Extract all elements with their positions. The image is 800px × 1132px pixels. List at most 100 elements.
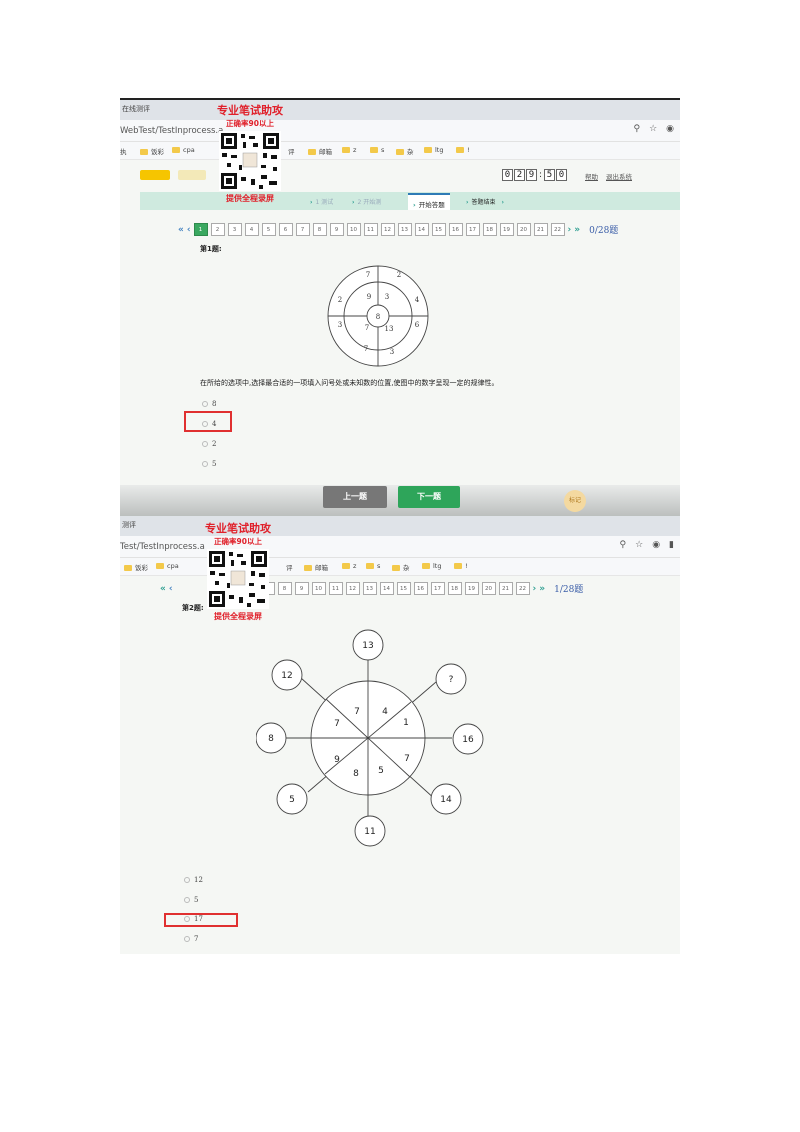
page-cell[interactable]: 4: [244, 223, 259, 236]
page-cell[interactable]: 17: [465, 223, 480, 236]
watermark-subtitle: 正确率90以上: [214, 537, 262, 546]
mark-button[interactable]: 标记: [564, 490, 586, 512]
answer-option[interactable]: 8: [202, 400, 216, 408]
zoom-icon[interactable]: ⚲: [620, 540, 627, 550]
figure-number: 3: [385, 293, 389, 301]
page-cell-current[interactable]: 1: [193, 223, 208, 236]
bookmark-menu-icon[interactable]: ▮: [669, 540, 674, 550]
bookmark[interactable]: ltg: [422, 562, 441, 570]
page-cell[interactable]: 20: [516, 223, 531, 236]
page-cell[interactable]: 8: [277, 582, 292, 595]
figure-number: 4: [415, 296, 420, 304]
bookmark[interactable]: 饭彩: [140, 146, 164, 156]
bookmark[interactable]: z: [342, 562, 356, 570]
page-cell[interactable]: 12: [380, 223, 395, 236]
last-page-icon[interactable]: »: [574, 225, 580, 235]
page-cell[interactable]: 17: [430, 582, 445, 595]
page-cell[interactable]: 3: [227, 223, 242, 236]
answer-option[interactable]: 12: [184, 876, 203, 884]
radio-icon[interactable]: [202, 461, 208, 467]
bookmark[interactable]: s: [370, 146, 384, 154]
page-cell[interactable]: 15: [396, 582, 411, 595]
prev-page-icon[interactable]: ‹: [187, 225, 191, 235]
page-cell[interactable]: 10: [311, 582, 326, 595]
page-cell[interactable]: 7: [295, 223, 310, 236]
figure-number: 7: [404, 754, 410, 764]
page-cell[interactable]: 11: [363, 223, 378, 236]
next-page-icon[interactable]: ›: [568, 225, 572, 235]
url-text[interactable]: Test/TestInprocess.a: [120, 542, 205, 552]
page-cell[interactable]: 22: [515, 582, 530, 595]
first-page-icon[interactable]: «: [178, 225, 184, 235]
next-page-icon[interactable]: ›: [533, 584, 537, 594]
page-cell[interactable]: 18: [482, 223, 497, 236]
extension-icon[interactable]: ◉: [666, 124, 674, 134]
page-cell[interactable]: 19: [464, 582, 479, 595]
page-cell[interactable]: 19: [499, 223, 514, 236]
bookmark[interactable]: cpa: [156, 562, 179, 570]
answer-option[interactable]: 2: [202, 440, 216, 448]
page-cell[interactable]: 13: [362, 582, 377, 595]
page-cell[interactable]: 14: [379, 582, 394, 595]
page-cell[interactable]: 10: [346, 223, 361, 236]
page-cell[interactable]: 13: [397, 223, 412, 236]
answered-count: 0/28题: [589, 226, 619, 236]
bookmark[interactable]: 执: [120, 146, 127, 156]
extension-icon[interactable]: ◉: [652, 540, 660, 550]
page-cell[interactable]: 16: [448, 223, 463, 236]
page-cell[interactable]: 16: [413, 582, 428, 595]
figure-number: 9: [334, 755, 340, 765]
bookmark[interactable]: !: [454, 562, 468, 570]
address-bar[interactable]: WebTest/TestInprocess.a ⚲ ☆ ◉: [120, 120, 680, 142]
page-cell[interactable]: 9: [329, 223, 344, 236]
page-cell[interactable]: 6: [278, 223, 293, 236]
page-cell[interactable]: 22: [550, 223, 565, 236]
zoom-icon[interactable]: ⚲: [633, 124, 640, 134]
page-cell[interactable]: 12: [345, 582, 360, 595]
bookmark[interactable]: 邮箱: [308, 146, 332, 156]
page-cell[interactable]: 11: [328, 582, 343, 595]
answer-option[interactable]: 5: [202, 460, 216, 468]
browser-tab-title[interactable]: 在线测评: [122, 104, 150, 114]
page-cell[interactable]: 2: [210, 223, 225, 236]
prev-page-icon[interactable]: ‹: [169, 584, 173, 594]
radio-icon[interactable]: [184, 897, 190, 903]
bookmark[interactable]: s: [366, 562, 380, 570]
figure-number: 7: [365, 324, 369, 332]
radio-icon[interactable]: [184, 877, 190, 883]
radio-icon[interactable]: [202, 401, 208, 407]
bookmark[interactable]: ltg: [424, 146, 443, 154]
last-page-icon[interactable]: »: [539, 584, 545, 594]
next-question-button[interactable]: 下一题: [398, 486, 460, 508]
page-cell[interactable]: 15: [431, 223, 446, 236]
page-cell[interactable]: 14: [414, 223, 429, 236]
bookmark[interactable]: 邮箱: [304, 562, 328, 572]
bookmark[interactable]: !: [456, 146, 470, 154]
star-icon[interactable]: ☆: [649, 124, 657, 134]
bookmark[interactable]: z: [342, 146, 356, 154]
radio-icon[interactable]: [202, 441, 208, 447]
bookmark[interactable]: 杂: [392, 562, 410, 572]
page-cell[interactable]: 8: [312, 223, 327, 236]
first-page-icon[interactable]: «: [160, 584, 166, 594]
star-icon[interactable]: ☆: [635, 540, 643, 550]
logout-link[interactable]: 退出系统: [606, 171, 632, 181]
bookmark[interactable]: 饭彩: [124, 562, 148, 572]
url-text[interactable]: WebTest/TestInprocess.a: [120, 126, 223, 136]
bookmark[interactable]: cpa: [172, 146, 195, 154]
radio-icon[interactable]: [184, 936, 190, 942]
page-cell[interactable]: 20: [481, 582, 496, 595]
answer-option[interactable]: 5: [184, 896, 198, 904]
bookmark[interactable]: 评: [286, 562, 293, 572]
page-cell[interactable]: 21: [533, 223, 548, 236]
page-cell[interactable]: 5: [261, 223, 276, 236]
folder-icon: [454, 563, 462, 569]
page-cell[interactable]: 21: [498, 582, 513, 595]
prev-question-button[interactable]: 上一题: [323, 486, 387, 508]
bookmark[interactable]: 杂: [396, 146, 414, 156]
answer-option[interactable]: 7: [184, 935, 198, 943]
help-link[interactable]: 帮助: [585, 171, 598, 181]
browser-tab-title[interactable]: 测评: [122, 520, 136, 530]
page-cell[interactable]: 18: [447, 582, 462, 595]
page-cell[interactable]: 9: [294, 582, 309, 595]
